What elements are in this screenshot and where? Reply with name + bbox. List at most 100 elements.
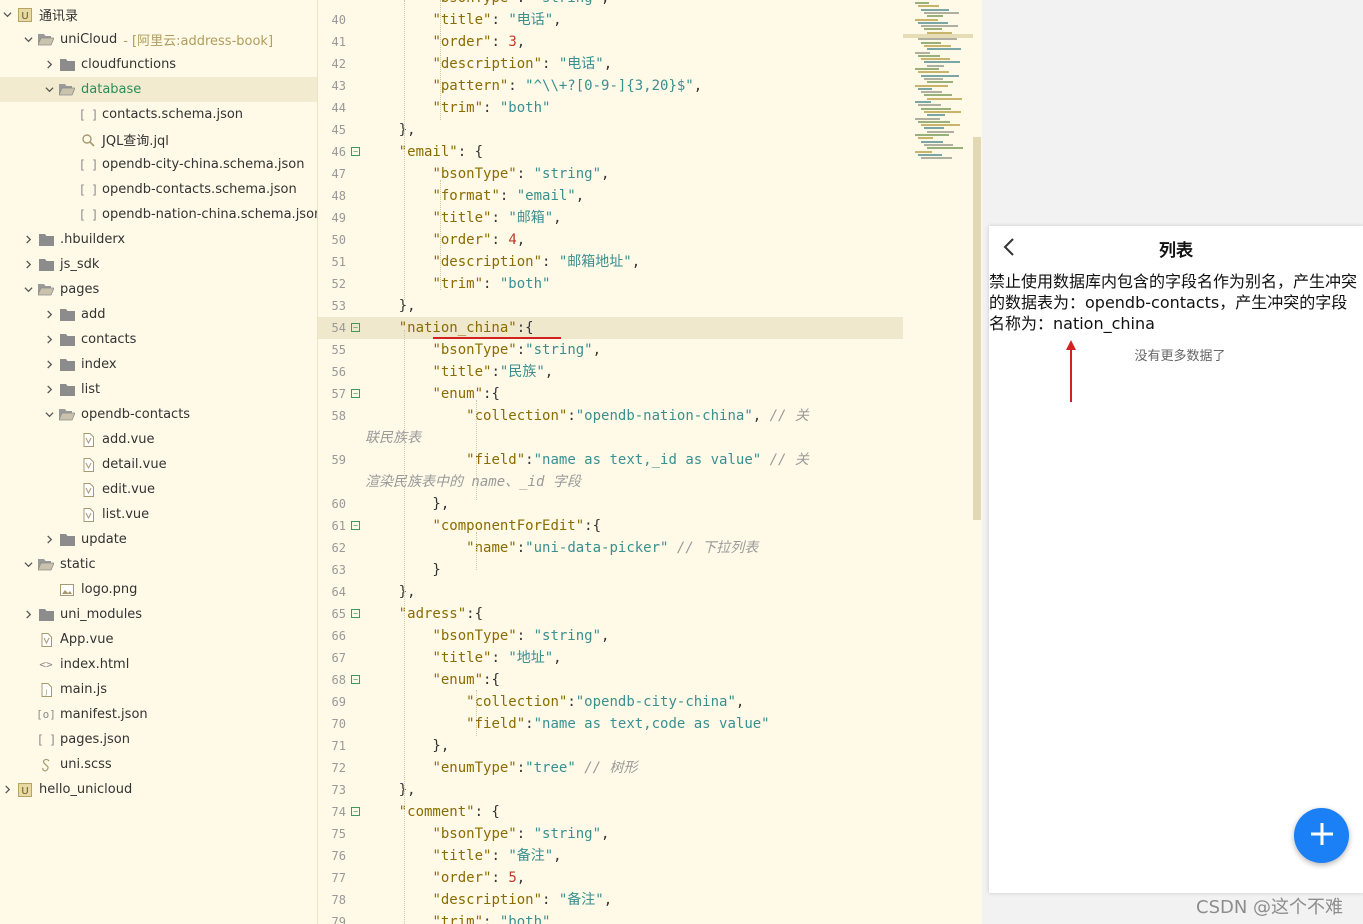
fold-toggle-icon[interactable]: − [351,323,360,332]
code-line[interactable]: 44 "trim": "both" [318,97,903,119]
tree-item[interactable]: JQL查询.jql [0,127,317,152]
chevron-right-icon[interactable] [21,258,35,272]
chevron-right-icon[interactable] [42,58,56,72]
fold-toggle-icon[interactable]: − [351,389,360,398]
code-line[interactable]: 55 "bsonType":"string", [318,339,903,361]
code-line[interactable]: 47 "bsonType": "string", [318,163,903,185]
code-line[interactable]: 40 "title": "电话", [318,9,903,31]
code-line[interactable]: 50 "order": 4, [318,229,903,251]
code-line[interactable]: 69 "collection":"opendb-city-china", [318,691,903,713]
code-line[interactable]: 74− "comment": { [318,801,903,823]
code-line[interactable]: 62 "name":"uni-data-picker" // 下拉列表 [318,537,903,559]
fold-toggle-icon[interactable]: − [351,675,360,684]
code-line[interactable]: 46− "email": { [318,141,903,163]
code-line[interactable]: 61− "componentForEdit":{ [318,515,903,537]
tree-item[interactable]: [ ] opendb-nation-china.schema.json [0,202,317,227]
tree-item[interactable]: list.vue [0,502,317,527]
chevron-down-icon[interactable] [42,408,56,422]
tree-item[interactable]: [ ] contacts.schema.json [0,102,317,127]
chevron-right-icon[interactable] [0,783,14,797]
tree-item[interactable]: add.vue [0,427,317,452]
minimap[interactable] [903,0,973,170]
tree-item[interactable]: U 通讯录 [0,2,317,27]
code-line[interactable]: 48 "format": "email", [318,185,903,207]
tree-item[interactable]: list [0,377,317,402]
code-line[interactable]: 渲染民族表中的 name、_id 字段 [318,471,903,493]
code-line[interactable]: 63 } [318,559,903,581]
code-line[interactable]: 79 "trim": "both" [318,911,903,924]
tree-item[interactable]: [ ] pages.json [0,727,317,752]
code-line[interactable]: 43 "pattern": "^\\+?[0-9-]{3,20}$", [318,75,903,97]
code-line[interactable]: 联民族表 [318,427,903,449]
chevron-down-icon[interactable] [21,283,35,297]
code-line[interactable]: 68− "enum":{ [318,669,903,691]
chevron-right-icon[interactable] [42,358,56,372]
tree-item[interactable]: <> index.html [0,652,317,677]
chevron-right-icon[interactable] [21,233,35,247]
code-line[interactable]: 65− "adress":{ [318,603,903,625]
tree-item[interactable]: edit.vue [0,477,317,502]
code-line[interactable]: 59 "field":"name as text,_id as value" /… [318,449,903,471]
chevron-down-icon[interactable] [21,558,35,572]
minimap-viewport[interactable] [903,34,973,38]
chevron-right-icon[interactable] [42,308,56,322]
fold-toggle-icon[interactable]: − [351,609,360,618]
tree-item[interactable]: .hbuilderx [0,227,317,252]
code-line[interactable]: 45 }, [318,119,903,141]
code-line[interactable]: 72 "enumType":"tree" // 树形 [318,757,903,779]
tree-item[interactable]: Jmain.js [0,677,317,702]
code-line[interactable]: 49 "title": "邮箱", [318,207,903,229]
add-fab-button[interactable] [1294,808,1349,863]
tree-item[interactable]: static [0,552,317,577]
tree-item[interactable]: cloudfunctions [0,52,317,77]
code-line[interactable]: 77 "order": 5, [318,867,903,889]
code-line[interactable]: 56 "title":"民族", [318,361,903,383]
code-line[interactable]: 76 "title": "备注", [318,845,903,867]
code-line[interactable]: 42 "description": "电话", [318,53,903,75]
tree-item[interactable]: js_sdk [0,252,317,277]
code-line[interactable]: 71 }, [318,735,903,757]
tree-item[interactable]: uni_modules [0,602,317,627]
chevron-right-icon[interactable] [21,608,35,622]
code-line[interactable]: 58 "collection":"opendb-nation-china", /… [318,405,903,427]
tree-item[interactable]: Uhello_unicloud [0,777,317,802]
tree-item[interactable]: [ ] opendb-contacts.schema.json [0,177,317,202]
chevron-down-icon[interactable] [0,8,14,22]
chevron-right-icon[interactable] [42,383,56,397]
code-line[interactable]: 51 "description": "邮箱地址", [318,251,903,273]
fold-toggle-icon[interactable]: − [351,521,360,530]
code-line[interactable]: 60 }, [318,493,903,515]
code-line[interactable]: 75 "bsonType": "string", [318,823,903,845]
tree-item[interactable]: uni.scss [0,752,317,777]
tree-item[interactable]: logo.png [0,577,317,602]
vertical-scrollbar[interactable] [973,137,981,520]
code-line[interactable]: 70 "field":"name as text,code as value" [318,713,903,735]
tree-item[interactable]: database [0,77,317,102]
code-line[interactable]: 64 }, [318,581,903,603]
chevron-right-icon[interactable] [42,333,56,347]
fold-toggle-icon[interactable]: − [351,807,360,816]
fold-toggle-icon[interactable]: − [351,147,360,156]
tree-item[interactable]: [o] manifest.json [0,702,317,727]
code-line[interactable]: 53 }, [318,295,903,317]
tree-item[interactable]: [ ] opendb-city-china.schema.json [0,152,317,177]
code-editor[interactable]: "bsonType": "string",40 "title": "电话",41… [318,0,982,924]
chevron-down-icon[interactable] [21,33,35,47]
tree-item[interactable]: uniCloud - [阿里云:address-book] [0,27,317,52]
tree-item[interactable]: update [0,527,317,552]
tree-item[interactable]: App.vue [0,627,317,652]
tree-item[interactable]: opendb-contacts [0,402,317,427]
code-line[interactable]: "bsonType": "string", [318,0,903,9]
chevron-right-icon[interactable] [42,533,56,547]
code-line[interactable]: 41 "order": 3, [318,31,903,53]
code-line[interactable]: 57− "enum":{ [318,383,903,405]
code-line[interactable]: 73 }, [318,779,903,801]
code-line[interactable]: 52 "trim": "both" [318,273,903,295]
tree-item[interactable]: index [0,352,317,377]
chevron-down-icon[interactable] [42,83,56,97]
code-line[interactable]: 78 "description": "备注", [318,889,903,911]
code-line-active[interactable]: 54− "nation_china":{ [318,317,903,339]
code-line[interactable]: 67 "title": "地址", [318,647,903,669]
tree-item[interactable]: contacts [0,327,317,352]
tree-item[interactable]: add [0,302,317,327]
